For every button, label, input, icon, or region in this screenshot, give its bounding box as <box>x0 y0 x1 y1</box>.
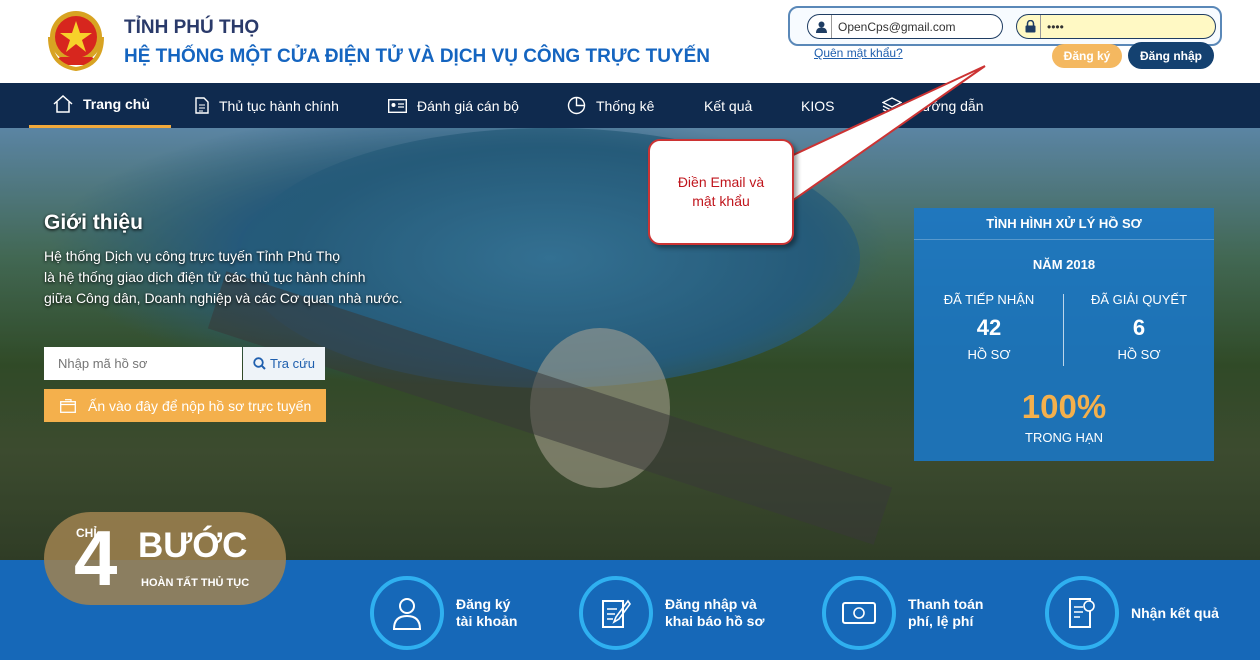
on-time-percent: 100% <box>1021 388 1107 425</box>
dossier-stats-panel: TÌNH HÌNH XỬ LÝ HỒ SƠ NĂM 2018 ĐÃ TIẾP N… <box>914 208 1214 461</box>
edit-form-icon <box>602 599 631 628</box>
nav-item-staff-rating[interactable]: Đánh giá cán bộ <box>388 83 519 128</box>
certificate-icon <box>1069 598 1095 628</box>
password-field[interactable] <box>1016 14 1216 39</box>
national-emblem-logo <box>44 7 108 73</box>
resolved-unit: HỒ SƠ <box>1117 347 1161 362</box>
province-title: TỈNH PHÚ THỌ <box>124 17 260 38</box>
header: TỈNH PHÚ THỌ HỆ THỐNG MỘT CỬA ĐIỆN TỬ VÀ… <box>0 0 1260 83</box>
intro-title: Giới thiệu <box>44 211 143 234</box>
lock-icon <box>1021 15 1041 38</box>
resolved-stat: ĐÃ GIẢI QUYẾT 6 HỒ SƠ <box>1064 292 1214 362</box>
search-button[interactable]: Tra cứu <box>243 347 325 380</box>
hero-banner: Giới thiệu Hệ thống Dịch vụ công trực tu… <box>0 128 1260 560</box>
id-card-icon <box>388 98 407 113</box>
nav-label: Hướng dẫn <box>912 97 984 114</box>
step-label: Thanh toán <box>908 596 984 612</box>
nav-item-kios[interactable]: KIOS <box>801 83 834 128</box>
received-value: 42 <box>976 315 1002 340</box>
intro-text-line: là hệ thống giao dịch điện tử các thủ tụ… <box>44 269 366 285</box>
nav-label: KIOS <box>801 97 835 114</box>
step-label: khai báo hồ sơ <box>665 613 765 629</box>
received-label: ĐÃ TIẾP NHẬN <box>943 292 1035 307</box>
nav-label: Thống kê <box>596 97 655 114</box>
system-title: HỆ THỐNG MỘT CỬA ĐIỆN TỬ VÀ DỊCH VỤ CÔNG… <box>124 46 710 67</box>
document-icon <box>195 97 209 114</box>
money-icon <box>842 602 876 624</box>
stats-heading: TÌNH HÌNH XỬ LÝ HỒ SƠ <box>914 208 1214 240</box>
step-label: phí, lệ phí <box>908 613 974 629</box>
on-time-label: TRONG HẠN <box>1025 430 1103 445</box>
nav-item-procedures[interactable]: Thủ tục hành chính <box>195 83 339 128</box>
intro-text-line: Hệ thống Dịch vụ công trực tuyến Tỉnh Ph… <box>44 248 341 264</box>
email-input[interactable] <box>838 19 988 34</box>
step-receive-result[interactable]: Nhận kết quả <box>1045 573 1219 653</box>
submit-online-button[interactable]: Ấn vào đây để nộp hồ sơ trực tuyến <box>44 389 326 422</box>
resolved-value: 6 <box>1132 315 1146 340</box>
step-label: Đăng nhập và <box>665 596 757 612</box>
user-icon <box>812 15 832 38</box>
login-form <box>788 6 1222 46</box>
nav-item-guide[interactable]: Hướng dẫn <box>882 83 983 128</box>
nav-label: Đánh giá cán bộ <box>417 97 519 114</box>
register-button[interactable]: Đăng ký <box>1052 44 1122 68</box>
nav-item-statistics[interactable]: Thống kê <box>567 83 654 128</box>
nav-label: Kết quả <box>704 97 753 114</box>
step-payment[interactable]: Thanh toán phí, lệ phí <box>822 573 983 653</box>
received-stat: ĐÃ TIẾP NHẬN 42 HỒ SƠ <box>914 292 1064 362</box>
step-login-declare[interactable]: Đăng nhập và khai báo hồ sơ <box>579 573 764 653</box>
search-button-label: Tra cứu <box>269 356 316 371</box>
badge-number: 4 <box>74 514 118 602</box>
nav-item-results[interactable]: Kết quả <box>704 83 752 128</box>
nav-label: Trang chủ <box>83 96 150 112</box>
received-unit: HỒ SƠ <box>967 347 1011 362</box>
main-nav: Trang chủ Thủ tục hành chính Đánh giá cá… <box>0 83 1260 128</box>
resolved-label: ĐÃ GIẢI QUYẾT <box>1090 292 1188 307</box>
annotation-callout: Điền Email và mật khẩu <box>648 139 794 245</box>
folder-icon <box>60 398 76 413</box>
password-input[interactable] <box>1047 19 1197 34</box>
stats-year: NĂM 2018 <box>1032 257 1096 272</box>
step-label: Đăng ký <box>456 596 511 612</box>
step-label: Nhận kết quả <box>1131 604 1219 621</box>
badge-subtitle: HOÀN TẤT THỦ TỤC <box>141 577 250 589</box>
user-icon <box>392 598 422 630</box>
step-register[interactable]: Đăng ký tài khoản <box>370 573 517 653</box>
search-icon <box>253 357 266 370</box>
nav-item-home[interactable]: Trang chủ <box>29 83 171 128</box>
submit-online-label: Ấn vào đây để nộp hồ sơ trực tuyến <box>88 397 312 414</box>
email-field[interactable] <box>807 14 1003 39</box>
forgot-password-link[interactable]: Quên mật khẩu? <box>814 46 903 60</box>
pie-chart-icon <box>567 96 586 115</box>
layers-icon <box>882 96 902 115</box>
step-label: tài khoản <box>456 613 518 629</box>
nav-label: Thủ tục hành chính <box>219 97 339 114</box>
login-button[interactable]: Đăng nhập <box>1128 42 1214 69</box>
dossier-search-input[interactable] <box>44 347 242 380</box>
home-icon <box>53 95 73 113</box>
intro-text-line: giữa Công dân, Doanh nghiệp và các Cơ qu… <box>44 290 403 306</box>
badge-word: BƯỚC <box>138 526 248 565</box>
